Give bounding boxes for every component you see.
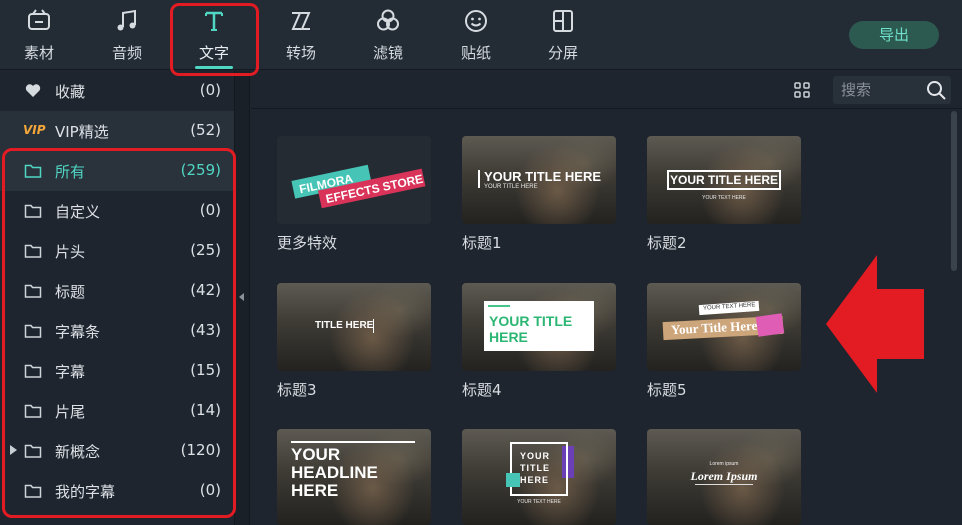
tile-preview-title-a: YOUR TITLE (489, 313, 573, 329)
tab-media-label: 素材 (23, 44, 54, 62)
sidebar-item-vip[interactable]: VIP VIP精选 (52) (0, 111, 234, 151)
sidebar-item-favorites[interactable]: 收藏 (0) (0, 71, 234, 111)
tab-sticker[interactable]: 贴纸 (441, 0, 511, 70)
tab-split-screen[interactable]: 分屏 (528, 0, 598, 70)
vip-badge-icon: VIP (23, 123, 46, 137)
tile-preview-sub: YOUR TITLE HERE (484, 184, 538, 190)
tile-preview-line1: YOUR (291, 445, 341, 464)
export-button[interactable]: 导出 (849, 21, 939, 49)
sticker-icon (465, 10, 487, 32)
tile-title-3[interactable]: TITLE HERE (277, 283, 431, 371)
tab-audio-label: 音频 (111, 44, 142, 62)
pink-ribbon (755, 313, 785, 337)
cursor-bar (478, 170, 480, 188)
headline-rule (291, 441, 415, 443)
tile-label: 标题1 (462, 234, 502, 252)
sidebar-item-count: (0) (199, 81, 221, 99)
tab-audio[interactable]: 音频 (92, 0, 162, 70)
tile-preview-line2: HEADLINE (291, 463, 378, 482)
search-box (833, 76, 951, 104)
tile-preview-line3: HERE (520, 475, 550, 485)
teal-block (506, 473, 520, 487)
red-arrow-icon (826, 255, 924, 393)
filter-icon (377, 9, 399, 31)
effects-store-thumbnail: FILMORA EFFECTS STORE (291, 164, 426, 209)
tile-title-4[interactable]: YOUR TITLE HERE (462, 283, 616, 371)
search-icon[interactable] (925, 79, 947, 101)
tile-label: 更多特效 (277, 234, 338, 252)
tile-preview-sub: YOUR TEXT HERE (702, 195, 746, 201)
media-icon (28, 9, 50, 30)
tab-media[interactable]: 素材 (4, 0, 74, 70)
tile-preview-line1: YOUR (520, 451, 551, 461)
tile-boxed-title[interactable]: YOUR TITLE HERE YOUR TEXT HERE (462, 429, 616, 525)
music-icon (117, 9, 136, 31)
tile-label: 标题3 (277, 381, 317, 399)
tab-transition-label: 转场 (285, 44, 316, 62)
tile-preview-title: YOUR TITLE HERE (669, 173, 778, 187)
tile-more-effects[interactable]: FILMORA EFFECTS STORE (277, 136, 431, 224)
highlight-box-text-tab (170, 3, 259, 76)
tab-split-screen-label: 分屏 (547, 44, 578, 62)
tile-title-2[interactable]: YOUR TITLE HERE YOUR TEXT HERE (647, 136, 801, 224)
library-header (251, 71, 962, 109)
tile-headline[interactable]: YOUR HEADLINE HERE (277, 429, 431, 525)
tile-preview-title-b: HERE (489, 329, 528, 345)
highlight-box-categories (2, 148, 236, 518)
tile-label: 标题2 (647, 234, 687, 252)
tab-filter[interactable]: 滤镜 (353, 0, 423, 70)
library-scrollbar[interactable] (951, 111, 957, 271)
tile-preview-line2: TITLE (520, 463, 550, 473)
transition-icon (291, 12, 311, 30)
filmora-editor-window: 素材 音频 文字 转场 滤镜 贴纸 分屏 导出 收藏 (0) VIP VIP精选… (0, 0, 962, 525)
tile-lorem[interactable]: Lorem ipsum Lorem Ipsum (647, 429, 801, 525)
heart-icon (25, 84, 41, 97)
tile-preview-sub: YOUR TEXT HERE (517, 499, 561, 505)
tile-title-1[interactable]: YOUR TITLE HERE YOUR TITLE HERE (462, 136, 616, 224)
tile-preview-title: TITLE HERE (315, 320, 374, 331)
tile-label: 标题5 (647, 381, 687, 399)
grid-view-icon[interactable] (794, 82, 810, 98)
tile-preview-title: Lorem Ipsum (690, 469, 758, 483)
underline-rule (695, 484, 753, 485)
tab-filter-label: 滤镜 (372, 44, 403, 62)
tile-preview-line3: HERE (291, 481, 339, 500)
tile-label: 标题4 (462, 381, 502, 399)
search-input[interactable] (841, 79, 921, 101)
tile-preview-small: Lorem ipsum (709, 461, 739, 467)
tab-transition[interactable]: 转场 (266, 0, 336, 70)
tab-sticker-label: 贴纸 (460, 44, 491, 62)
split-screen-icon (553, 10, 573, 32)
sidebar-item-label: VIP精选 (55, 123, 109, 141)
separator-bar (373, 319, 374, 333)
top-toolbar: 素材 音频 文字 转场 滤镜 贴纸 分屏 导出 (0, 0, 962, 70)
sidebar-item-count: (52) (190, 121, 221, 139)
collapse-sidebar-icon[interactable] (239, 293, 244, 301)
tile-preview-title: YOUR TITLE HERE (484, 169, 602, 184)
tile-title-5[interactable]: YOUR TEXT HERE Your Title Here (647, 283, 801, 371)
accent-line (488, 305, 510, 307)
sidebar-item-label: 收藏 (55, 83, 86, 101)
